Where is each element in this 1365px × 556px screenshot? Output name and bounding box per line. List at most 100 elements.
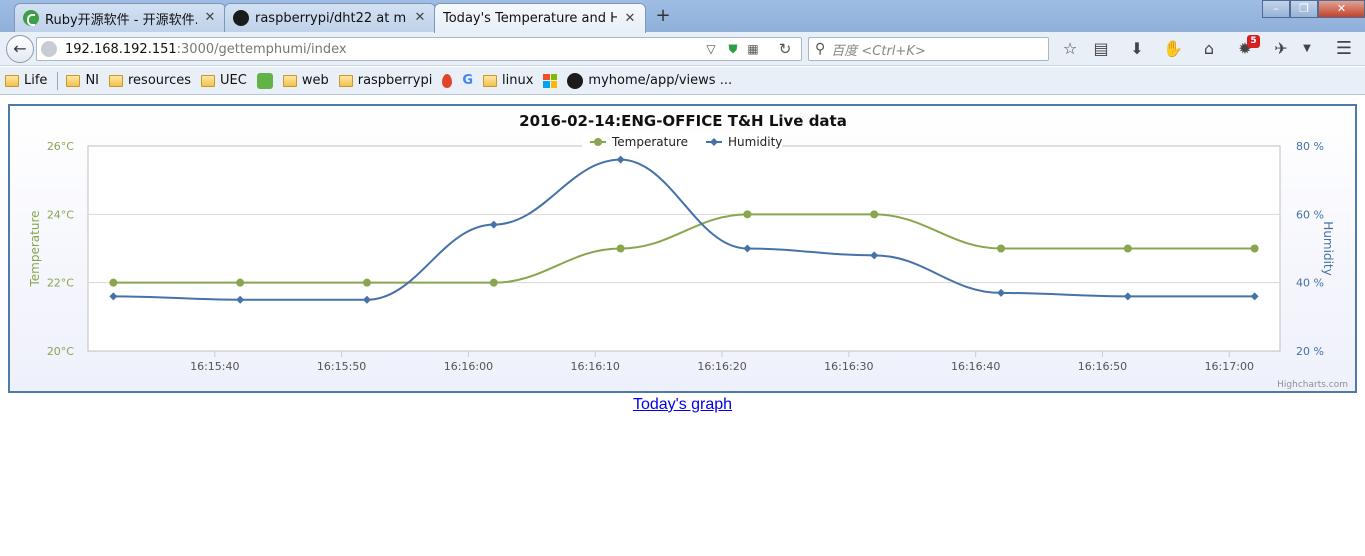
bookmark-label: Life xyxy=(24,73,48,88)
y-right-axis-title: Humidity xyxy=(1321,221,1335,275)
y-left-axis-title: Temperature xyxy=(28,210,42,287)
tab-title: Today's Temperature and H... xyxy=(443,11,617,26)
y-left-tick-label: 22°C xyxy=(47,277,74,290)
extension-icon[interactable]: ✋ xyxy=(1162,38,1184,60)
bookmark-label: myhome/app/views ... xyxy=(588,73,733,88)
star-bookmark-icon[interactable]: ☆ xyxy=(1059,38,1081,60)
y-right-tick-label: 40 % xyxy=(1296,277,1324,290)
data-point-temperature xyxy=(236,278,245,287)
data-point-temperature xyxy=(109,278,118,287)
folder-icon xyxy=(282,74,297,87)
window-controls: – ❐ ✕ xyxy=(1262,0,1365,18)
bookmark-ni[interactable]: NI xyxy=(66,73,99,88)
x-tick-label: 16:15:40 xyxy=(190,360,239,373)
x-tick-label: 16:16:20 xyxy=(697,360,746,373)
microsoft-icon xyxy=(543,73,558,88)
data-point-temperature xyxy=(616,244,625,253)
legend-label-temperature: Temperature xyxy=(611,135,688,149)
reading-list-icon[interactable]: ▤ xyxy=(1090,38,1112,60)
x-tick-label: 16:15:50 xyxy=(317,360,366,373)
y-right-tick-label: 80 % xyxy=(1296,140,1324,153)
legend-label-humidity: Humidity xyxy=(728,135,782,149)
notification-badge: 5 xyxy=(1247,35,1260,48)
bookmark-uec[interactable]: UEC xyxy=(201,73,247,88)
bookmark-separator xyxy=(57,71,59,90)
bookmarks-bar: Life NI resources UEC web raspberrypi G … xyxy=(0,67,1365,95)
bookmark-label: NI xyxy=(85,73,99,88)
tab-title: Ruby开源软件 - 开源软件... xyxy=(45,12,197,28)
chart-title: 2016-02-14:ENG-OFFICE T&H Live data xyxy=(519,112,847,130)
close-window-button[interactable]: ✕ xyxy=(1318,0,1365,18)
x-tick-label: 16:16:00 xyxy=(444,360,493,373)
y-left-tick-label: 24°C xyxy=(47,208,74,221)
bookmark-myhome[interactable]: myhome/app/views ... xyxy=(567,72,733,89)
home-icon[interactable]: ⌂ xyxy=(1198,38,1220,60)
bookmark-resources[interactable]: resources xyxy=(109,73,191,88)
bookmark-web[interactable]: web xyxy=(282,73,329,88)
chevron-down-icon[interactable]: ▼ xyxy=(1296,38,1318,60)
notification-icon[interactable]: ✹ 5 xyxy=(1234,35,1260,60)
minimize-button[interactable]: – xyxy=(1262,0,1290,18)
github-icon xyxy=(567,72,584,89)
tab-temperature[interactable]: Today's Temperature and H... ✕ xyxy=(434,3,646,33)
bookmark-label: resources xyxy=(128,73,192,88)
bookmark-label: web xyxy=(301,73,329,88)
bookmark-linux[interactable]: linux xyxy=(483,73,533,88)
tab-github[interactable]: raspberrypi/dht22 at ma... ✕ xyxy=(224,3,436,32)
reload-icon[interactable]: ↻ xyxy=(775,40,795,58)
new-tab-button[interactable]: + xyxy=(652,5,674,27)
folder-icon xyxy=(483,74,497,87)
restore-button[interactable]: ❐ xyxy=(1290,0,1318,18)
evernote-icon xyxy=(256,72,273,89)
y-left-tick-label: 26°C xyxy=(47,140,74,153)
folder-icon xyxy=(66,74,81,87)
menu-icon[interactable]: ☰ xyxy=(1333,38,1355,60)
temperature-humidity-chart: 20°C 22°C 24°C 26°C 20 % 40 % 60 % 80 % Temperat… xyxy=(28,112,1348,390)
data-point-temperature xyxy=(1123,244,1132,253)
data-point-temperature xyxy=(743,210,752,219)
globe-icon xyxy=(41,41,57,57)
bookmark-life[interactable]: Life xyxy=(5,73,47,88)
google-icon: G xyxy=(462,73,473,88)
close-icon[interactable]: ✕ xyxy=(203,11,217,25)
todays-graph-link[interactable]: Today's graph xyxy=(0,396,1365,414)
flame-icon xyxy=(442,73,453,88)
download-icon[interactable]: ⬇ xyxy=(1126,38,1148,60)
x-tick-label: 16:16:10 xyxy=(571,360,620,373)
bookmark-google[interactable]: G xyxy=(462,73,473,88)
qr-code-icon[interactable]: ▦ xyxy=(743,40,763,58)
tab-title: raspberrypi/dht22 at ma... xyxy=(255,10,407,26)
bookmark-label: linux xyxy=(502,73,534,88)
close-icon[interactable]: ✕ xyxy=(623,11,637,26)
tab-strip: Ruby开源软件 - 开源软件... ✕ raspberrypi/dht22 a… xyxy=(0,0,1365,33)
folder-icon xyxy=(5,74,19,87)
shield-icon[interactable]: ⛊ xyxy=(723,40,743,58)
data-point-temperature xyxy=(489,278,498,287)
bookmark-flame[interactable] xyxy=(442,73,453,88)
addon-icon[interactable]: ✈ xyxy=(1270,38,1292,60)
url-host: 192.168.192.151 xyxy=(65,41,177,57)
search-bar[interactable]: ⚲ 百度 <Ctrl+K> xyxy=(808,37,1049,61)
bookmark-microsoft[interactable] xyxy=(543,73,558,88)
x-tick-label: 16:16:30 xyxy=(824,360,873,373)
data-point-temperature xyxy=(1250,244,1259,253)
folder-icon xyxy=(109,74,123,87)
tab-ruby[interactable]: Ruby开源软件 - 开源软件... ✕ xyxy=(14,3,226,32)
close-icon[interactable]: ✕ xyxy=(413,11,427,25)
data-point-temperature xyxy=(362,278,371,287)
url-text: 192.168.192.151:3000/gettemphumi/index xyxy=(65,42,347,57)
search-icon: ⚲ xyxy=(815,41,826,57)
x-tick-label: 16:16:50 xyxy=(1078,360,1127,373)
dropdown-arrow-icon[interactable]: ▽ xyxy=(701,40,721,58)
bookmark-label: UEC xyxy=(220,73,247,88)
url-bar[interactable]: 192.168.192.151:3000/gettemphumi/index ▽… xyxy=(36,37,802,61)
y-left-tick-label: 20°C xyxy=(47,345,74,358)
back-button[interactable]: ← xyxy=(6,35,34,63)
bookmark-evernote[interactable] xyxy=(256,72,273,89)
chart-credits: Highcharts.com xyxy=(1277,380,1348,390)
bookmark-raspberrypi[interactable]: raspberrypi xyxy=(338,73,433,88)
navigation-bar: 192.168.192.151:3000/gettemphumi/index ▽… xyxy=(0,32,1365,66)
ruby-china-icon xyxy=(23,10,39,26)
bookmark-label: raspberrypi xyxy=(357,73,433,88)
search-placeholder: 百度 <Ctrl+K> xyxy=(831,43,926,59)
